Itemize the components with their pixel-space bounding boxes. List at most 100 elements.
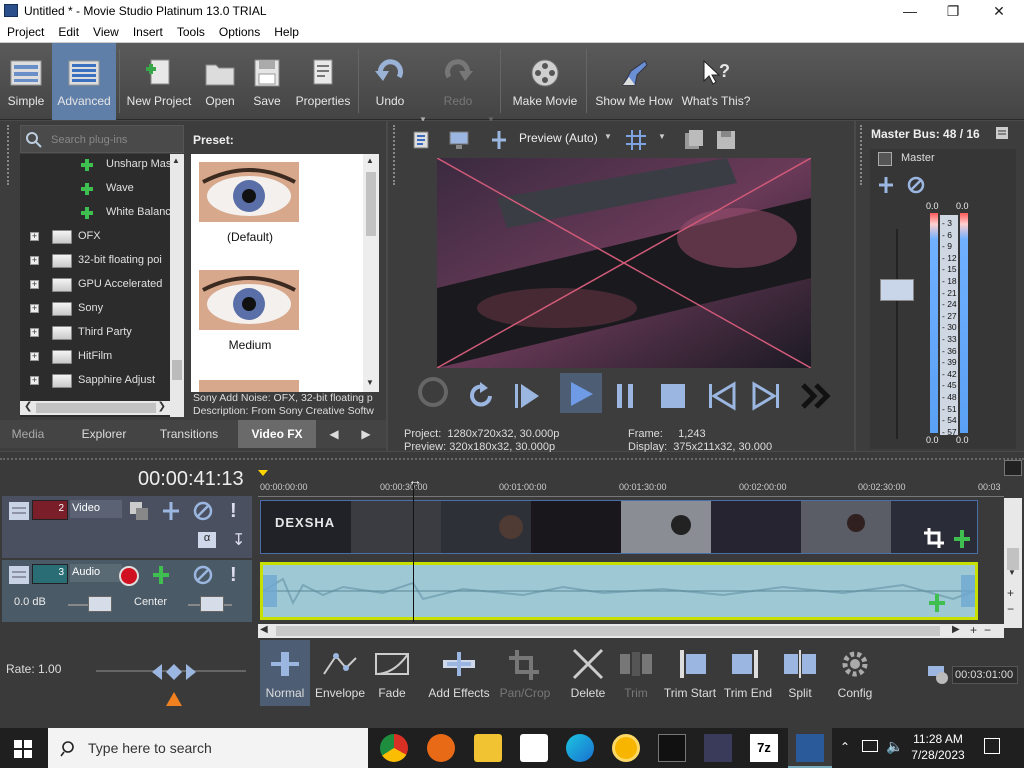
grid-overlay-icon[interactable] (624, 128, 648, 152)
advanced-button[interactable]: Advanced (52, 43, 116, 120)
clock-time[interactable]: 11:28 AM (906, 732, 970, 746)
redo-button[interactable]: Redo (432, 43, 484, 120)
tree-item-ofx[interactable]: + OFX (20, 226, 184, 248)
timeline-splitter[interactable] (0, 458, 1024, 460)
crop-icon[interactable] (923, 527, 945, 549)
video-track-name[interactable]: Video (70, 500, 122, 518)
timeline-hscrollbar[interactable]: ◀ ▶ + − (258, 623, 1004, 638)
pan-crop-button[interactable]: Pan/Crop (498, 640, 552, 706)
zoom-out-icon[interactable]: − (984, 623, 991, 637)
preview-quality-select[interactable]: Preview (Auto) (519, 131, 598, 145)
tree-item-white-balance[interactable]: White Balanc (20, 202, 184, 224)
play-button[interactable] (560, 373, 602, 413)
tab-media[interactable]: Media (6, 420, 50, 448)
tree-hscrollbar[interactable]: ❮ ❯ (20, 401, 184, 415)
audio-track-name[interactable]: Audio (70, 564, 122, 582)
config-button[interactable]: Config (830, 640, 880, 706)
track-menu-icon[interactable] (8, 500, 30, 522)
go-to-start-icon[interactable] (706, 381, 736, 411)
split-button[interactable]: Split (778, 640, 822, 706)
scroll-down-icon[interactable]: ▼ (366, 378, 374, 387)
external-monitor-icon[interactable] (448, 129, 470, 151)
panel-grip[interactable] (7, 125, 13, 185)
audio-clip[interactable] (260, 562, 978, 620)
undo-button[interactable]: Undo (364, 43, 416, 120)
preview-properties-icon[interactable] (412, 129, 434, 151)
zoom-out-vertical-icon[interactable]: − (1007, 602, 1014, 616)
master-mute-icon[interactable] (906, 175, 926, 195)
timeline-menu-icon[interactable] (1004, 460, 1022, 476)
save-snapshot-icon[interactable] (714, 128, 738, 152)
normal-edit-tool[interactable]: Normal (260, 640, 310, 706)
expand-icon[interactable]: + (30, 376, 39, 385)
scroll-right-icon[interactable]: ❯ (158, 401, 166, 412)
panel-grip[interactable] (393, 125, 399, 185)
tab-next-icon[interactable]: ▶ (356, 420, 376, 448)
delete-button[interactable]: Delete (566, 640, 610, 706)
playhead-cursor[interactable] (413, 482, 414, 622)
menu-help[interactable]: Help (267, 22, 306, 39)
clip-fx-icon[interactable] (951, 529, 973, 549)
7zip-icon[interactable]: 7z (750, 734, 778, 762)
zoom-in-vertical-icon[interactable]: + (1007, 586, 1014, 600)
preset-partial[interactable] (199, 380, 299, 392)
loop-icon[interactable] (466, 381, 496, 411)
tree-item-hitfilm[interactable]: + HitFilm (20, 346, 184, 368)
open-button[interactable]: Open (198, 43, 242, 120)
add-effects-button[interactable]: Add Effects (424, 640, 494, 706)
close-icon[interactable]: ✕ (976, 0, 1022, 22)
menu-tools[interactable]: Tools (170, 22, 212, 39)
track-fx-icon[interactable] (160, 500, 182, 522)
track-color-swatch[interactable]: 2 (32, 500, 68, 520)
tab-video-fx[interactable]: Video FX (238, 420, 316, 448)
solo-icon[interactable]: ! (230, 500, 237, 523)
expand-track-icon[interactable]: ↧ (232, 530, 245, 550)
split-screen-icon[interactable] (488, 129, 510, 151)
save-button[interactable]: Save (246, 43, 288, 120)
clip-fade-handle-left[interactable] (263, 575, 277, 607)
hscroll-thumb[interactable] (36, 403, 156, 413)
scroll-thumb[interactable] (172, 360, 182, 380)
loop-region-start-icon[interactable] (258, 470, 268, 476)
expand-icon[interactable]: + (30, 304, 39, 313)
mute-icon[interactable] (192, 500, 214, 522)
show-me-how-button[interactable]: Show Me How (592, 43, 676, 120)
audio-fx-icon[interactable] (150, 564, 172, 586)
tree-scrollbar[interactable]: ▲ ▼ (170, 154, 184, 417)
simple-button[interactable]: Simple (2, 43, 50, 120)
scroll-up-icon[interactable]: ▲ (366, 156, 374, 165)
menu-edit[interactable]: Edit (51, 22, 86, 39)
timeline-vscrollbar[interactable]: ▼ + − (1004, 498, 1022, 628)
clip-fade-handle-right[interactable] (961, 575, 975, 607)
arm-record-icon[interactable] (119, 566, 139, 586)
play-from-start-icon[interactable] (512, 381, 542, 411)
make-movie-button[interactable]: Make Movie (508, 43, 582, 120)
tree-item-gpu[interactable]: + GPU Accelerated (20, 274, 184, 296)
volume-icon[interactable]: 🔈 (886, 738, 903, 755)
game-icon[interactable] (658, 734, 686, 762)
firefox-icon[interactable] (427, 734, 455, 762)
active-app-slot[interactable] (788, 728, 832, 768)
properties-button[interactable]: Properties (292, 43, 354, 120)
master-fx-icon[interactable] (876, 175, 896, 195)
trim-end-button[interactable]: Trim End (722, 640, 774, 706)
menu-view[interactable]: View (86, 22, 126, 39)
search-input[interactable]: Search plug-ins (51, 134, 127, 146)
notification-icon[interactable] (984, 738, 1000, 754)
minimize-icon[interactable]: — (887, 0, 933, 22)
grid-dropdown-icon[interactable]: ▼ (658, 132, 666, 141)
movie-studio-icon[interactable] (704, 734, 732, 762)
tray-chevron-icon[interactable]: ⌃ (840, 740, 850, 754)
solo-icon[interactable]: ! (230, 564, 237, 587)
scroll-down-icon[interactable]: ▼ (1008, 568, 1016, 577)
taskbar-search-input[interactable]: Type here to search (88, 740, 212, 756)
preset-default[interactable]: (Default) (191, 154, 309, 262)
preset-scrollbar[interactable]: ▲ ▼ (363, 154, 379, 392)
tab-explorer[interactable]: Explorer (76, 420, 132, 448)
audio-clip-fx-icon[interactable] (927, 593, 947, 613)
network-icon[interactable] (862, 740, 878, 752)
stop-icon[interactable] (658, 381, 688, 411)
scroll-up-icon[interactable]: ▲ (172, 156, 180, 165)
tab-prev-icon[interactable]: ◀ (324, 420, 344, 448)
windows-start-icon[interactable] (14, 740, 32, 758)
